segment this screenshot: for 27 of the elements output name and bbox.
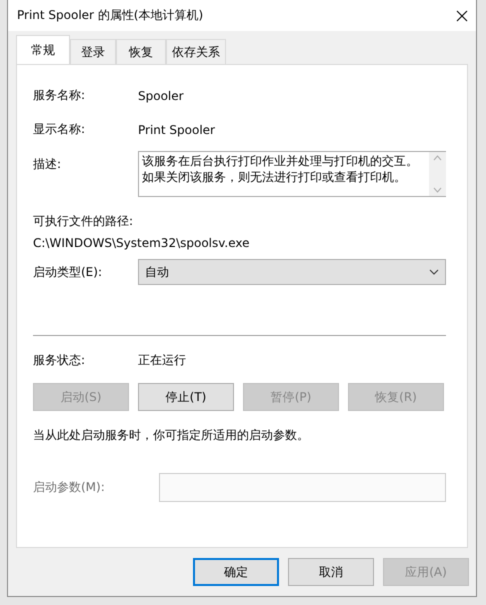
tab[interactable]: 登录	[70, 39, 116, 64]
field-value: Print Spooler	[138, 122, 215, 136]
tab[interactable]: 常规	[16, 35, 70, 64]
chevron-down-icon[interactable]	[433, 187, 442, 193]
tab[interactable]: 恢复	[116, 39, 166, 64]
startup-type-dropdown[interactable]: 自动	[138, 259, 446, 285]
path-label: 可执行文件的路径:	[33, 213, 134, 230]
status-value: 正在运行	[138, 352, 186, 369]
hint-text: 当从此处启动服务时，你可指定所适用的启动参数。	[33, 427, 310, 444]
field-label: 启动参数(M):	[33, 479, 106, 496]
scrollbar[interactable]	[429, 152, 446, 196]
service-button[interactable]: 停止(T)	[138, 383, 234, 411]
window-title: Print Spooler 的属性(本地计算机)	[17, 7, 204, 24]
close-icon[interactable]	[456, 10, 468, 22]
field-label: 启动类型(E):	[33, 264, 103, 280]
tab[interactable]: 依存关系	[166, 39, 226, 64]
description-box[interactable]: 该服务在后台执行打印作业并处理与打印机的交互。如果关闭该服务，则无法进行打印或查看打印机。	[138, 151, 446, 197]
dialog-button[interactable]: 取消	[288, 558, 374, 586]
chevron-up-icon[interactable]	[433, 155, 442, 161]
field-label: 服务状态:	[33, 352, 86, 369]
chevron-down-icon	[429, 269, 439, 275]
field-value: Spooler	[138, 88, 184, 102]
dialog-button[interactable]: 确定	[193, 558, 279, 586]
path-value: C:\WINDOWS\System32\spoolsv.exe	[33, 236, 251, 250]
field-label: 显示名称:	[33, 121, 86, 138]
field-label: 描述:	[33, 156, 62, 173]
field-label: 服务名称:	[33, 87, 86, 104]
